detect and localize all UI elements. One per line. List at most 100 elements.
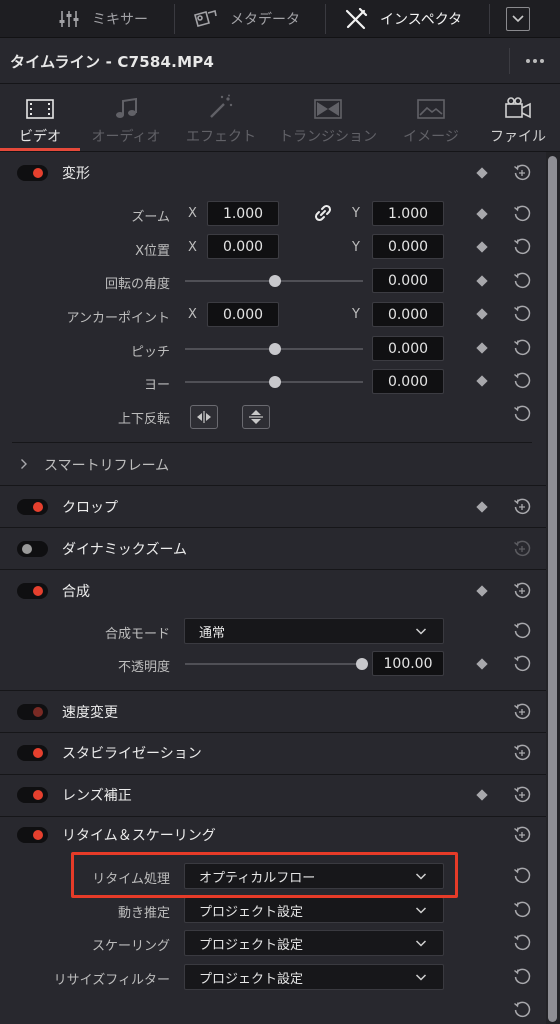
keyframe-diamond-icon[interactable] — [476, 501, 488, 513]
lens-correction-toggle[interactable] — [17, 787, 48, 803]
flip-horizontal-icon — [197, 411, 211, 423]
axis-y-label: Y — [352, 307, 360, 322]
mixer-button[interactable]: ミキサー — [58, 0, 148, 37]
reset-button[interactable] — [513, 238, 531, 256]
composite-toggle[interactable] — [17, 583, 48, 599]
collapse-panel-button[interactable] — [506, 7, 530, 31]
tab-image[interactable]: イメージ — [400, 84, 462, 152]
tab-video[interactable]: ビデオ — [14, 84, 66, 152]
reset-plus-icon — [514, 582, 531, 599]
scrollbar-thumb[interactable] — [548, 156, 557, 1022]
opacity-field[interactable]: 100.00 — [372, 651, 444, 676]
reset-button[interactable] — [513, 272, 531, 290]
composite-mode-dropdown[interactable]: 通常 — [184, 618, 444, 644]
position-y-field[interactable]: 0.000 — [372, 234, 444, 259]
dynamic-zoom-toggle[interactable] — [17, 541, 48, 557]
stabilization-toggle[interactable] — [17, 745, 48, 761]
reset-section-button[interactable] — [513, 786, 531, 804]
reset-button[interactable] — [513, 934, 531, 952]
keyframe-diamond-icon[interactable] — [476, 208, 488, 220]
reset-button[interactable] — [513, 372, 531, 390]
tab-file[interactable]: ファイル — [486, 84, 550, 152]
keyframe-diamond-icon[interactable] — [476, 167, 488, 179]
top-toolbar: ミキサー メタデータ インスペクタ — [0, 0, 560, 38]
opacity-slider[interactable] — [185, 658, 368, 670]
image-icon — [417, 99, 445, 119]
reset-button[interactable] — [513, 622, 531, 640]
resize-filter-dropdown[interactable]: プロジェクト設定 — [184, 964, 444, 990]
reset-button[interactable] — [513, 968, 531, 986]
reset-icon — [514, 205, 531, 222]
inspector-button[interactable]: インスペクタ — [344, 0, 462, 37]
reset-section-button[interactable] — [513, 703, 531, 721]
motion-estimation-value: プロジェクト設定 — [199, 904, 304, 920]
stabilization-section: スタビライゼーション — [0, 733, 546, 774]
position-x-field[interactable]: 0.000 — [207, 234, 279, 259]
keyframe-diamond-icon[interactable] — [476, 585, 488, 597]
anchor-x-field[interactable]: 0.000 — [207, 302, 279, 327]
anchor-point-label: アンカーポイント — [66, 311, 170, 326]
keyframe-diamond-icon[interactable] — [476, 375, 488, 387]
tab-effects[interactable]: エフェクト — [184, 84, 258, 152]
reset-button[interactable] — [513, 205, 531, 223]
tab-audio[interactable]: オーディオ — [88, 84, 164, 152]
tab-transition[interactable]: トランジション — [278, 84, 378, 152]
toolbar-divider — [489, 4, 490, 34]
pitch-slider[interactable] — [185, 343, 363, 355]
position-label: X位置 — [135, 244, 170, 259]
chevron-down-icon — [415, 940, 427, 947]
reset-button[interactable] — [513, 339, 531, 357]
smart-reframe-section[interactable]: スマートリフレーム — [0, 443, 546, 485]
reset-icon — [514, 272, 531, 289]
reset-button[interactable] — [513, 655, 531, 673]
metadata-button[interactable]: メタデータ — [192, 0, 300, 37]
keyframe-diamond-icon[interactable] — [476, 658, 488, 670]
zoom-y-field[interactable]: 1.000 — [372, 201, 444, 226]
retime-title: リタイム＆スケーリング — [62, 828, 216, 844]
reset-section-button[interactable] — [513, 582, 531, 600]
keyframe-diamond-icon[interactable] — [476, 789, 488, 801]
chevron-right-icon — [21, 459, 27, 469]
rotation-slider[interactable] — [185, 275, 363, 287]
stabilization-title: スタビライゼーション — [62, 746, 202, 762]
slider-handle[interactable] — [356, 658, 368, 670]
crop-toggle[interactable] — [17, 499, 48, 515]
keyframe-diamond-icon[interactable] — [476, 275, 488, 287]
more-options-button[interactable] — [509, 48, 559, 74]
zoom-x-field[interactable]: 1.000 — [207, 201, 279, 226]
reset-button[interactable] — [513, 867, 531, 885]
scaling-dropdown[interactable]: プロジェクト設定 — [184, 930, 444, 956]
flip-horizontal-button[interactable] — [190, 405, 218, 429]
reset-button[interactable] — [513, 901, 531, 919]
reset-section-button[interactable] — [513, 164, 531, 182]
reset-button[interactable] — [513, 405, 531, 423]
speed-change-toggle[interactable] — [17, 704, 48, 720]
reset-button[interactable] — [513, 1001, 531, 1019]
reset-section-button[interactable] — [513, 826, 531, 844]
crop-section: クロップ — [0, 486, 546, 527]
retime-toggle[interactable] — [17, 827, 48, 843]
rotation-field[interactable]: 0.000 — [372, 268, 444, 293]
link-icon[interactable] — [313, 203, 333, 227]
keyframe-diamond-icon[interactable] — [476, 342, 488, 354]
transform-toggle[interactable] — [17, 165, 48, 181]
reset-section-button[interactable] — [513, 540, 531, 558]
anchor-y-field[interactable]: 0.000 — [372, 302, 444, 327]
keyframe-diamond-icon[interactable] — [476, 308, 488, 320]
reset-icon — [514, 339, 531, 356]
pitch-field[interactable]: 0.000 — [372, 336, 444, 361]
reset-icon — [514, 622, 531, 639]
more-dot — [539, 59, 544, 63]
motion-estimation-dropdown[interactable]: プロジェクト設定 — [184, 897, 444, 923]
reset-section-button[interactable] — [513, 744, 531, 762]
keyframe-diamond-icon[interactable] — [476, 241, 488, 253]
slider-handle[interactable] — [269, 343, 281, 355]
reset-section-button[interactable] — [513, 498, 531, 516]
reset-button[interactable] — [513, 305, 531, 323]
yaw-slider[interactable] — [185, 376, 363, 388]
resize-filter-value: プロジェクト設定 — [199, 971, 304, 987]
slider-handle[interactable] — [269, 275, 281, 287]
flip-vertical-button[interactable] — [242, 405, 270, 429]
yaw-field[interactable]: 0.000 — [372, 369, 444, 394]
slider-handle[interactable] — [269, 376, 281, 388]
